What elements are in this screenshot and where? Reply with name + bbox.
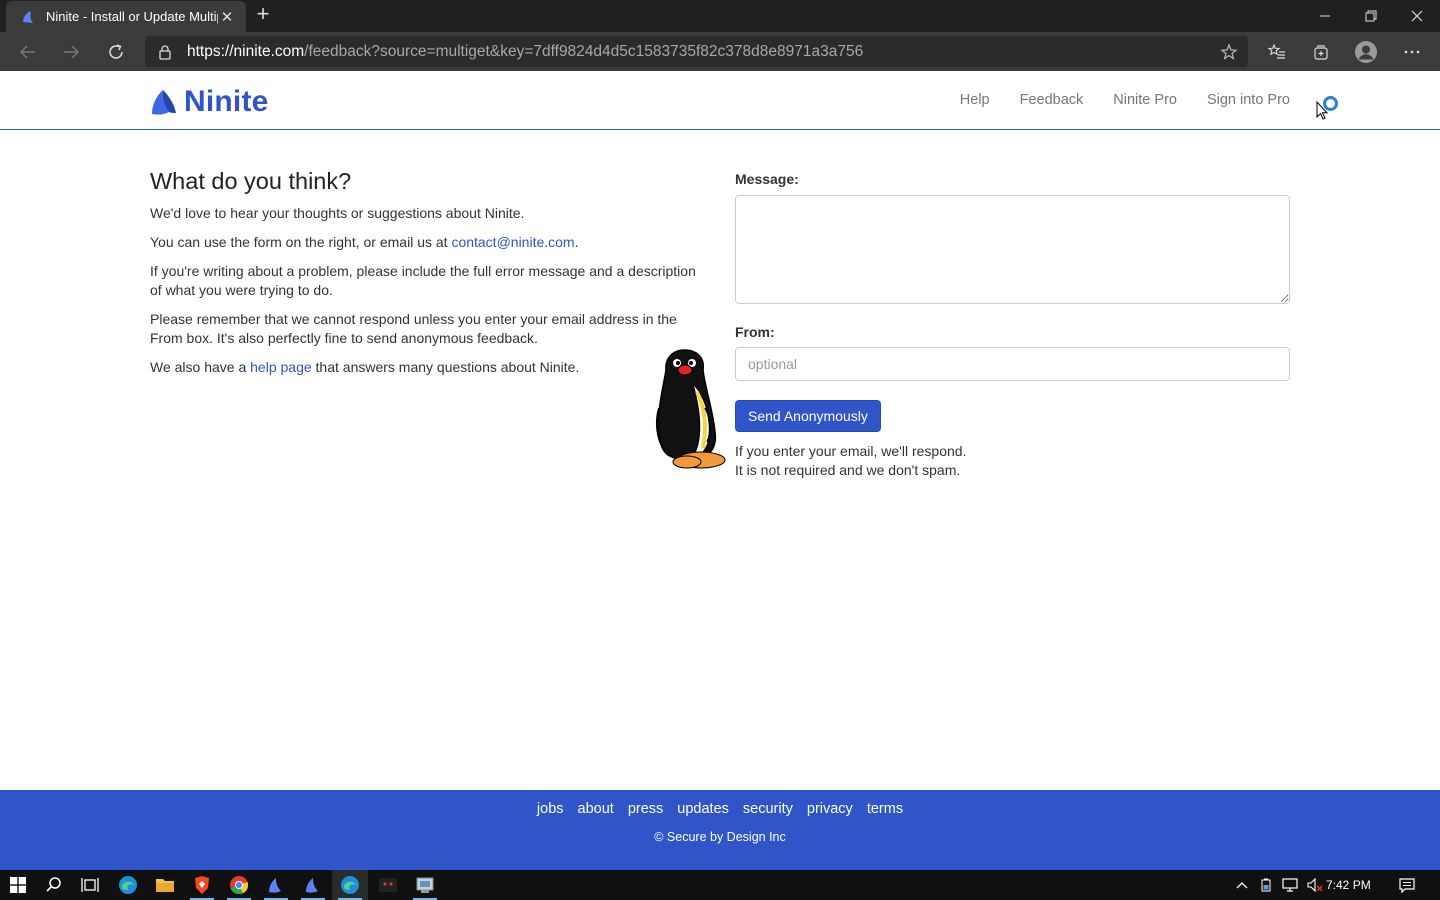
- email-note-line-2: It is not required and we don't spam.: [735, 462, 961, 478]
- edge-active-app-icon[interactable]: [332, 870, 368, 900]
- more-menu-icon[interactable]: [1400, 40, 1424, 64]
- taskbar-clock[interactable]: 7:42 PM: [1326, 878, 1371, 892]
- url-host: https://ninite.com: [187, 42, 305, 60]
- volume-muted-icon[interactable]: [1304, 870, 1326, 900]
- ninite-installer-icon[interactable]: [295, 870, 331, 900]
- mouse-cursor-icon: [1316, 101, 1328, 120]
- favorites-list-icon[interactable]: [1265, 40, 1289, 64]
- footer-link-terms[interactable]: terms: [867, 801, 903, 817]
- tab-close-icon[interactable]: ✕: [218, 8, 236, 26]
- edge-app-icon[interactable]: [110, 870, 146, 900]
- battery-icon[interactable]: [1256, 870, 1276, 900]
- chrome-app-icon[interactable]: [221, 870, 257, 900]
- from-email-input[interactable]: [735, 347, 1290, 381]
- from-label: From:: [735, 324, 775, 340]
- feedback-intro: What do you think? We'd love to hear you…: [150, 168, 710, 387]
- feedback-form: Message: From: Send Anonymously If you e…: [735, 171, 1290, 480]
- site-footer: jobs about press updates security privac…: [0, 790, 1440, 870]
- forward-arrow-icon[interactable]: [57, 38, 85, 66]
- footer-link-updates[interactable]: updates: [677, 801, 729, 817]
- favorite-star-icon[interactable]: [1220, 43, 1238, 61]
- nav-help[interactable]: Help: [960, 92, 990, 108]
- collections-icon[interactable]: [1309, 40, 1333, 64]
- send-anonymously-button[interactable]: Send Anonymously: [735, 400, 881, 432]
- penguin-mascot-icon: [655, 349, 726, 469]
- footer-link-security[interactable]: security: [743, 801, 793, 817]
- ninite-app-icon[interactable]: [258, 870, 294, 900]
- footer-links: jobs about press updates security privac…: [0, 801, 1440, 817]
- nav-ninite-pro[interactable]: Ninite Pro: [1113, 92, 1177, 108]
- refresh-icon[interactable]: [102, 38, 130, 66]
- help-paragraph: We also have a help page that answers ma…: [150, 358, 710, 377]
- intro-paragraph: We'd love to hear your thoughts or sugge…: [150, 205, 525, 221]
- back-arrow-icon[interactable]: [14, 38, 42, 66]
- email-text: You can use the form on the right, or em…: [150, 234, 452, 250]
- brave-app-icon[interactable]: [184, 870, 220, 900]
- page-title: What do you think?: [150, 168, 352, 194]
- nav-sign-into-pro[interactable]: Sign into Pro: [1207, 92, 1290, 108]
- url-text: https://ninite.com/feedback?source=multi…: [187, 43, 863, 61]
- terminal-app-icon[interactable]: [370, 870, 406, 900]
- footer-link-press[interactable]: press: [628, 801, 663, 817]
- restore-icon[interactable]: [1348, 0, 1394, 32]
- browser-tab[interactable]: Ninite - Install or Update Multipl ✕: [6, 1, 246, 32]
- windows-start-icon[interactable]: [0, 870, 36, 900]
- problem-paragraph: If you're writing about a problem, pleas…: [150, 263, 696, 298]
- ninite-favicon-icon: [23, 10, 33, 23]
- browser-toolbar: https://ninite.com/feedback?source=multi…: [0, 32, 1440, 71]
- help-text-end: that answers many questions about Ninite…: [311, 359, 580, 375]
- respond-paragraph: Please remember that we cannot respond u…: [150, 311, 677, 346]
- help-text: We also have a: [150, 359, 251, 375]
- top-nav: Help Feedback Ninite Pro Sign into Pro: [960, 92, 1290, 108]
- site-header: Ninite Help Feedback Ninite Pro Sign int…: [0, 71, 1440, 130]
- email-paragraph: You can use the form on the right, or em…: [150, 233, 710, 252]
- file-explorer-icon[interactable]: [147, 870, 183, 900]
- windows-taskbar: 7:42 PM: [0, 870, 1440, 900]
- contact-email-link[interactable]: contact@ninite.com: [451, 234, 574, 250]
- url-path: /feedback?source=multiget&key=7dff9824d4…: [304, 42, 864, 60]
- message-label: Message:: [735, 171, 799, 187]
- copyright-text: © Secure by Design Inc: [654, 830, 786, 844]
- notifications-icon[interactable]: [1394, 870, 1420, 900]
- email-note: If you enter your email, we'll respond. …: [735, 442, 1290, 480]
- email-text-end: .: [574, 234, 579, 250]
- profile-avatar-icon[interactable]: [1354, 40, 1378, 64]
- ninite-logo[interactable]: Ninite: [150, 85, 269, 119]
- network-icon[interactable]: [1279, 870, 1301, 900]
- task-view-icon[interactable]: [72, 870, 108, 900]
- close-window-icon[interactable]: [1394, 0, 1440, 32]
- footer-link-about[interactable]: about: [578, 801, 614, 817]
- footer-link-privacy[interactable]: privacy: [807, 801, 853, 817]
- lock-icon: [159, 44, 171, 60]
- logo-text: Ninite: [184, 85, 269, 118]
- new-tab-icon[interactable]: +: [252, 3, 274, 27]
- email-note-line-1: If you enter your email, we'll respond.: [735, 443, 967, 459]
- minimize-icon[interactable]: [1302, 0, 1348, 32]
- message-textarea[interactable]: [735, 195, 1290, 304]
- footer-link-jobs[interactable]: jobs: [537, 801, 564, 817]
- tray-chevron-up-icon[interactable]: [1232, 870, 1252, 900]
- nav-feedback[interactable]: Feedback: [1020, 92, 1084, 108]
- ninite-logo-icon: [152, 90, 176, 115]
- browser-tab-bar: Ninite - Install or Update Multipl ✕ +: [0, 0, 1440, 32]
- search-icon[interactable]: [36, 870, 72, 900]
- system-tool-icon[interactable]: [407, 870, 443, 900]
- help-page-link[interactable]: help page: [250, 359, 312, 375]
- address-bar[interactable]: https://ninite.com/feedback?source=multi…: [145, 36, 1248, 67]
- tab-title: Ninite - Install or Update Multipl: [46, 9, 218, 24]
